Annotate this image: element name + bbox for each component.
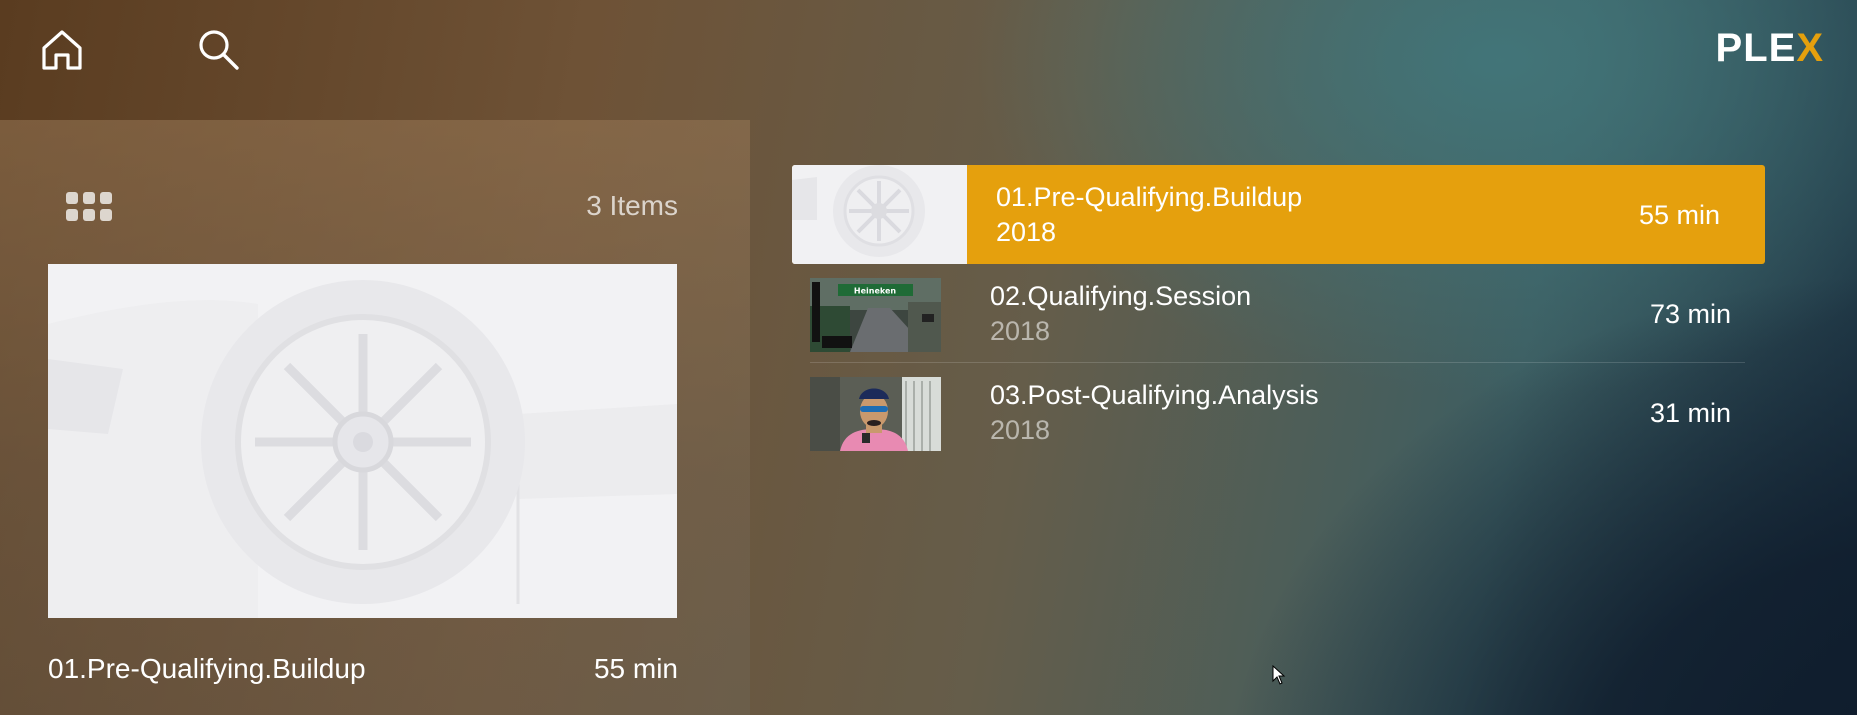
logo-x: X [1796,26,1824,70]
item-duration: 31 min [1649,398,1731,428]
search-icon [199,30,239,70]
home-icon [42,30,82,70]
race-track-thumb: Heineken [810,278,941,352]
item-title: 02.Qualifying.Session [990,281,1252,311]
grid-icon [66,192,112,221]
item-title: 03.Post-Qualifying.Analysis [990,380,1319,410]
item-year: 2018 [996,217,1057,247]
detail-panel: 3 Items 01.Pre-Qualifying.Buildup 55 min [0,120,750,715]
list-item[interactable]: 03.Post-Qualifying.Analysis 2018 31 min [792,363,1765,462]
selected-title: 01.Pre-Qualifying.Buildup [48,653,366,684]
view-toggle-button[interactable] [66,192,114,222]
item-title: 01.Pre-Qualifying.Buildup [996,182,1303,212]
item-duration: 55 min [1638,200,1720,230]
list-item-thumbnail [792,165,967,264]
home-button[interactable] [34,22,90,78]
driver-interview-thumb [810,377,941,451]
episode-list: 01.Pre-Qualifying.Buildup 2018 55 min He… [792,165,1765,462]
car-wheel-thumb [792,165,967,264]
item-year: 2018 [990,415,1051,445]
item-count: 3 Items [586,190,678,221]
sponsor-text: Heineken [854,287,897,296]
list-item[interactable]: Heineken 02.Qualifying.Session 2018 73 m… [792,264,1765,363]
car-wheel-image [48,264,677,618]
logo-text: PLE [1715,26,1797,70]
top-bar: PLEX [0,0,1857,120]
plex-logo: PLEX [1716,26,1824,71]
list-item-thumbnail [810,377,941,451]
list-item-thumbnail: Heineken [810,278,941,352]
search-button[interactable] [191,22,247,78]
item-year: 2018 [990,316,1051,346]
mouse-cursor-icon [1272,665,1286,685]
item-duration: 73 min [1649,299,1731,329]
selected-duration: 55 min [593,653,678,684]
selected-poster[interactable] [48,264,677,618]
list-item[interactable]: 01.Pre-Qualifying.Buildup 2018 55 min [792,165,1765,264]
